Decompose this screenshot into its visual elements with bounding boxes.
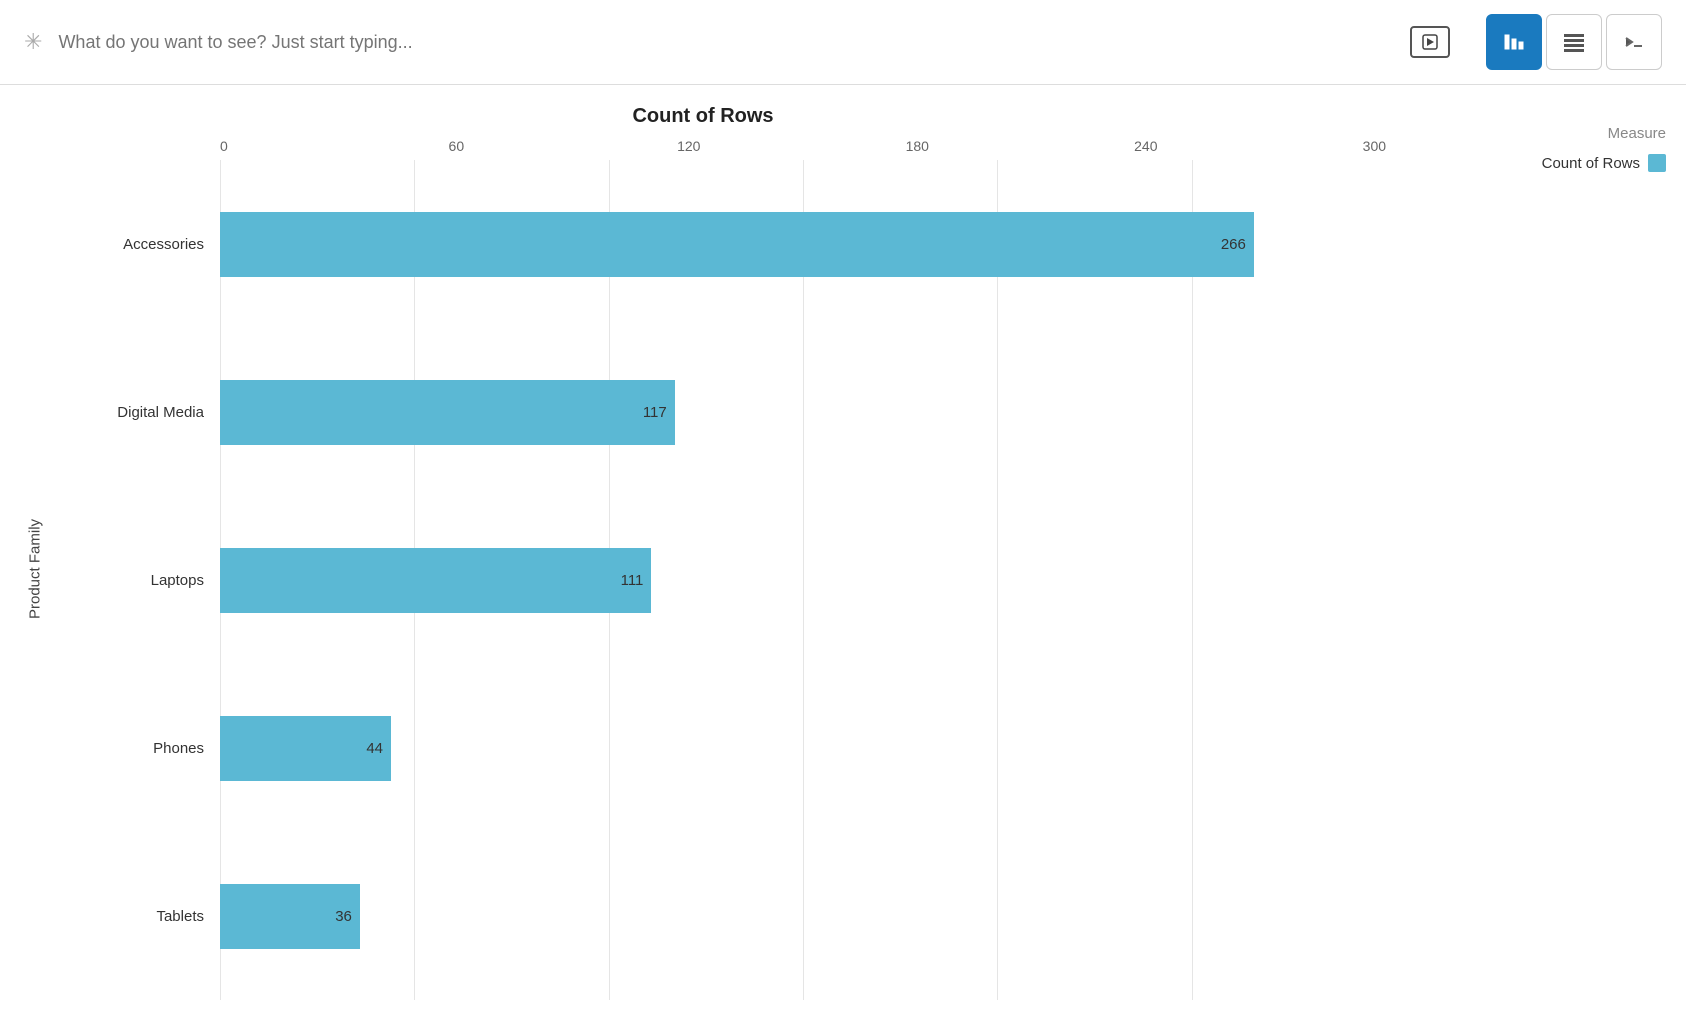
top-bar: ✳ (0, 0, 1686, 85)
bar-wrapper: 266 (220, 212, 1386, 277)
x-tick: 60 (449, 138, 678, 154)
terminal-view-button[interactable] (1606, 14, 1662, 70)
x-tick: 240 (1134, 138, 1363, 154)
x-axis-row: 060120180240300 (220, 138, 1386, 154)
bar-row: Accessories 266 (50, 160, 1386, 328)
bar-row: Tablets 36 (50, 832, 1386, 1000)
bar-label: Laptops (50, 572, 220, 589)
run-button[interactable] (1410, 26, 1450, 58)
chart-area: Count of Rows Product Family 06012018024… (0, 105, 1406, 1000)
bar-wrapper: 44 (220, 716, 1386, 781)
x-tick: 0 (220, 138, 449, 154)
star-icon: ✳ (24, 29, 42, 55)
chart-inner: 060120180240300 Accessories 266 Digital Me… (50, 138, 1386, 1000)
table-view-button[interactable] (1546, 14, 1602, 70)
bar-wrapper: 117 (220, 380, 1386, 445)
legend-panel: Measure Count of Rows (1406, 105, 1686, 1000)
chart-container: Product Family 060120180240300 Accessori… (20, 138, 1386, 1000)
bar-label: Phones (50, 740, 220, 757)
y-axis-label: Product Family (20, 138, 50, 1000)
bar-label: Accessories (50, 236, 220, 253)
bar-value: 117 (643, 404, 675, 421)
chart-title: Count of Rows (20, 105, 1386, 128)
legend-label: Count of Rows (1542, 155, 1640, 172)
bar-row: Laptops 111 (50, 496, 1386, 664)
bar-value: 111 (621, 572, 652, 589)
bar-wrapper: 111 (220, 548, 1386, 613)
bar: 117 (220, 380, 675, 445)
x-tick: 180 (906, 138, 1135, 154)
bar-value: 36 (335, 908, 360, 925)
legend-title: Measure (1426, 125, 1666, 142)
main-content: Count of Rows Product Family 06012018024… (0, 85, 1686, 1020)
legend-color-swatch (1648, 154, 1666, 172)
bar-value: 44 (366, 740, 391, 757)
bar: 111 (220, 548, 651, 613)
bar-row: Phones 44 (50, 664, 1386, 832)
x-tick: 120 (677, 138, 906, 154)
legend-item: Count of Rows (1426, 154, 1666, 172)
bar-wrapper: 36 (220, 884, 1386, 949)
x-tick: 300 (1363, 138, 1386, 154)
chart-view-button[interactable] (1486, 14, 1542, 70)
bar: 36 (220, 884, 360, 949)
bar-row: Digital Media 117 (50, 328, 1386, 496)
bar: 44 (220, 716, 391, 781)
bar: 266 (220, 212, 1254, 277)
search-input[interactable] (58, 32, 878, 53)
bar-label: Tablets (50, 908, 220, 925)
bar-label: Digital Media (50, 404, 220, 421)
bar-value: 266 (1221, 236, 1254, 253)
bars-area: Accessories 266 Digital Media 117 Laptops 111… (50, 160, 1386, 1000)
